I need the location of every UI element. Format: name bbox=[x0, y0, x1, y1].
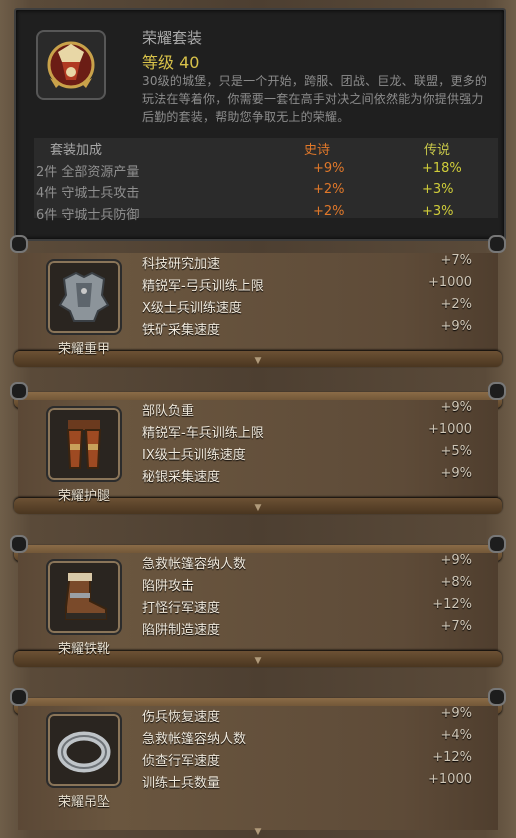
item-panel-pendant[interactable]: ▼ 荣耀吊坠 伤兵恢复速度 +9% 急救帐篷容纳人数 +4% 侦查行军速度 +12% … bbox=[10, 688, 506, 838]
item-stat: 陷阱制造速度 +7% bbox=[142, 619, 482, 639]
item-stat: 伤兵恢复速度 +9% bbox=[142, 706, 482, 726]
stat-value: +1000 bbox=[428, 275, 472, 290]
stat-value: +9% bbox=[440, 706, 472, 721]
bonus-row-epic: +2% bbox=[313, 204, 345, 219]
chevron-down-icon[interactable]: ▼ bbox=[252, 657, 264, 666]
bonus-row-legendary: +3% bbox=[422, 182, 454, 197]
set-title: 荣耀套装 bbox=[142, 29, 203, 47]
stat-value: +9% bbox=[440, 319, 472, 334]
glory-shield-icon bbox=[36, 30, 106, 100]
stat-value: +7% bbox=[440, 253, 472, 268]
stat-name: IX级士兵训练速度 bbox=[142, 448, 246, 463]
item-stat: 精锐军-车兵训练上限 +1000 bbox=[142, 422, 482, 442]
stat-name: 打怪行军速度 bbox=[142, 601, 221, 616]
stat-value: +9% bbox=[440, 400, 472, 415]
stat-name: X级士兵训练速度 bbox=[142, 301, 242, 316]
stat-value: +1000 bbox=[428, 772, 472, 787]
set-level: 等级 40 bbox=[142, 53, 200, 72]
stat-name: 陷阱攻击 bbox=[142, 579, 195, 594]
bonus-row-label: 6件 守城士兵防御 bbox=[36, 208, 140, 223]
stat-name: 精锐军-弓兵训练上限 bbox=[142, 279, 264, 294]
item-stat: 铁矿采集速度 +9% bbox=[142, 319, 482, 339]
item-stat: 急救帐篷容纳人数 +9% bbox=[142, 553, 482, 573]
bonus-row-label: 4件 守城士兵攻击 bbox=[36, 186, 140, 201]
set-info-panel: 荣耀套装 等级 40 30级的城堡，只是一个开始，跨服、团战、巨龙、联盟，更多的… bbox=[14, 8, 506, 241]
scroll-knob-icon bbox=[488, 535, 506, 553]
stat-value: +9% bbox=[440, 553, 472, 568]
item-stat: 科技研究加速 +7% bbox=[142, 253, 482, 273]
chevron-down-icon[interactable]: ▼ bbox=[252, 504, 264, 513]
bonus-header-legendary: 传说 bbox=[424, 143, 451, 158]
item-stat: 急救帐篷容纳人数 +4% bbox=[142, 728, 482, 748]
stat-value: +12% bbox=[432, 750, 472, 765]
bonus-header-label: 套装加成 bbox=[50, 143, 103, 158]
item-stat: IX级士兵训练速度 +5% bbox=[142, 444, 482, 464]
stat-value: +2% bbox=[440, 297, 472, 312]
item-stat: X级士兵训练速度 +2% bbox=[142, 297, 482, 317]
stat-name: 陷阱制造速度 bbox=[142, 623, 221, 638]
stat-name: 训练士兵数量 bbox=[142, 776, 221, 791]
leg-armor-icon[interactable] bbox=[46, 406, 122, 482]
scroll-knob-icon bbox=[10, 235, 28, 253]
stat-value: +9% bbox=[440, 466, 472, 481]
item-panel-boots[interactable]: ▼ 荣耀铁靴 急救帐篷容纳人数 +9% 陷阱攻击 +8% 打怪行军速度 +12% 陷阱… bbox=[10, 535, 506, 667]
scroll-knob-icon bbox=[10, 688, 28, 706]
stat-value: +7% bbox=[440, 619, 472, 634]
stat-value: +12% bbox=[432, 597, 472, 612]
item-stat: 侦查行军速度 +12% bbox=[142, 750, 482, 770]
item-stat: 打怪行军速度 +12% bbox=[142, 597, 482, 617]
item-stat: 部队负重 +9% bbox=[142, 400, 482, 420]
item-name: 荣耀铁靴 bbox=[57, 642, 110, 657]
scroll-knob-icon bbox=[10, 535, 28, 553]
stat-value: +1000 bbox=[428, 422, 472, 437]
boot-icon[interactable] bbox=[46, 559, 122, 635]
scroll-knob-icon bbox=[488, 688, 506, 706]
stat-name: 精锐军-车兵训练上限 bbox=[142, 426, 264, 441]
item-name: 荣耀吊坠 bbox=[57, 795, 110, 810]
bonus-row-epic: +9% bbox=[313, 161, 345, 176]
item-stat: 精锐军-弓兵训练上限 +1000 bbox=[142, 275, 482, 295]
stat-name: 科技研究加速 bbox=[142, 257, 221, 272]
stat-name: 伤兵恢复速度 bbox=[142, 710, 221, 725]
armor-icon[interactable] bbox=[46, 259, 122, 335]
bonus-row: 6件 守城士兵防御 +2% +3% bbox=[16, 204, 496, 224]
scroll-knob-icon bbox=[10, 382, 28, 400]
stat-name: 铁矿采集速度 bbox=[142, 323, 221, 338]
item-stat: 秘银采集速度 +9% bbox=[142, 466, 482, 486]
stat-value: +8% bbox=[440, 575, 472, 590]
item-panel-armor[interactable]: ▼ 荣耀重甲 科技研究加速 +7% 精锐军-弓兵训练上限 +1000 X级士兵训练速… bbox=[10, 235, 506, 367]
bonus-row: 2件 全部资源产量 +9% +18% bbox=[16, 161, 496, 181]
scroll-knob-icon bbox=[488, 382, 506, 400]
item-name: 荣耀护腿 bbox=[57, 489, 110, 504]
stat-name: 急救帐篷容纳人数 bbox=[142, 557, 247, 572]
stat-value: +4% bbox=[440, 728, 472, 743]
set-description: 30级的城堡，只是一个开始，跨服、团战、巨龙、联盟，更多的玩法在等着你，你需要一… bbox=[142, 74, 488, 124]
bonus-row-label: 2件 全部资源产量 bbox=[36, 165, 140, 180]
bonus-header-epic: 史诗 bbox=[304, 143, 331, 158]
item-name: 荣耀重甲 bbox=[57, 342, 110, 357]
bonus-row-epic: +2% bbox=[313, 182, 345, 197]
stat-name: 侦查行军速度 bbox=[142, 754, 221, 769]
stat-name: 急救帐篷容纳人数 bbox=[142, 732, 247, 747]
bonus-row: 4件 守城士兵攻击 +2% +3% bbox=[16, 182, 496, 202]
item-stat: 陷阱攻击 +8% bbox=[142, 575, 482, 595]
scroll-knob-icon bbox=[488, 235, 506, 253]
bonus-row-legendary: +3% bbox=[422, 204, 454, 219]
item-stat: 训练士兵数量 +1000 bbox=[142, 772, 482, 792]
bonus-row-legendary: +18% bbox=[422, 161, 462, 176]
stat-name: 秘银采集速度 bbox=[142, 470, 221, 485]
ring-icon[interactable] bbox=[46, 712, 122, 788]
item-panel-leg-armor[interactable]: ▼ 荣耀护腿 部队负重 +9% 精锐军-车兵训练上限 +1000 IX级士兵训练速度… bbox=[10, 382, 506, 514]
stat-name: 部队负重 bbox=[142, 404, 195, 419]
stat-value: +5% bbox=[440, 444, 472, 459]
chevron-down-icon[interactable]: ▼ bbox=[252, 828, 264, 837]
chevron-down-icon[interactable]: ▼ bbox=[252, 357, 264, 366]
